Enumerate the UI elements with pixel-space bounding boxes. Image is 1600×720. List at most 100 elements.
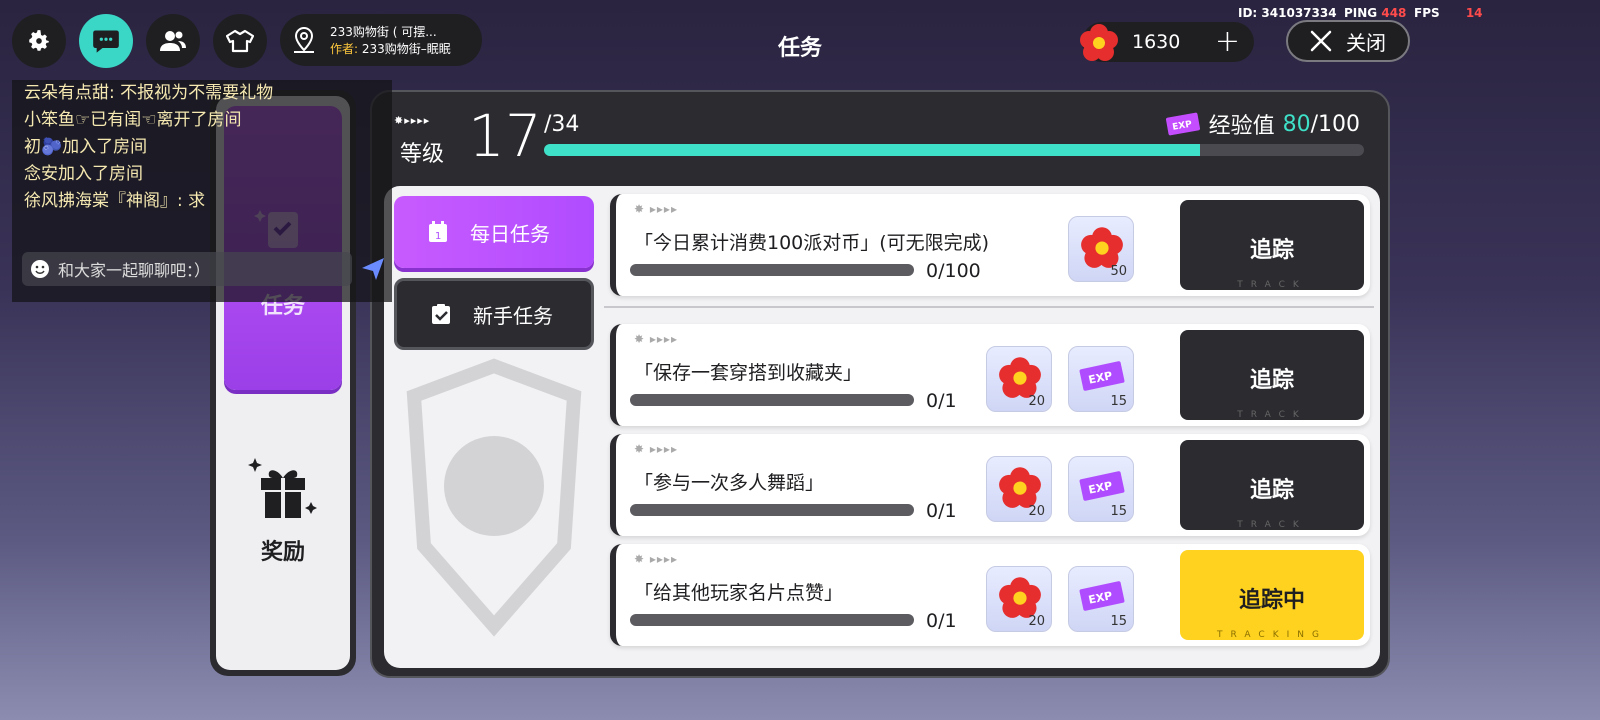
close-label: 关闭 — [1346, 30, 1386, 55]
task-name: 「给其他玩家名片点赞」 — [634, 582, 844, 604]
track-label: 追踪中 — [1238, 588, 1305, 613]
settings-button[interactable] — [12, 14, 66, 68]
track-sublabel: TRACK — [1237, 520, 1307, 530]
tab-novice-tasks[interactable]: 新手任务 — [394, 278, 594, 350]
ping-readout: PING 448 — [1344, 6, 1407, 20]
xp-current: 80 — [1282, 111, 1311, 137]
svg-text:1: 1 — [435, 231, 441, 242]
xp-text: 经验值 — [1208, 114, 1275, 139]
task-row: ✸ ▸▸▸▸ 「今日累计消费100派对币」(可无限完成) 0/100 50 追踪 TRAC… — [610, 194, 1370, 296]
level-max: /34 — [544, 112, 580, 137]
reward-item[interactable]: EXP 15 — [1068, 346, 1134, 412]
fps-readout: FPS 14 — [1414, 6, 1483, 20]
calendar-icon: 1 — [429, 221, 447, 242]
task-row: ✸ ▸▸▸▸ 「参与一次多人舞蹈」 0/1 20 EXP 15 追踪 TRACK — [610, 434, 1370, 536]
track-sublabel: TRACK — [1237, 280, 1307, 290]
track-sublabel: TRACKING — [1217, 630, 1327, 640]
flower-coin-icon — [1081, 227, 1123, 268]
reward-item[interactable]: 20 — [986, 566, 1052, 632]
reward-qty: 15 — [1110, 394, 1127, 409]
task-name: 「保存一套穿搭到收藏夹」 — [634, 362, 863, 384]
currency-display: 1630 + — [1080, 22, 1254, 62]
exp-ticket-icon: EXP — [1079, 471, 1125, 501]
reward-qty: 50 — [1110, 264, 1127, 279]
divider — [604, 306, 1374, 308]
gift-icon — [248, 458, 317, 518]
chat-icon — [93, 30, 119, 53]
track-button[interactable]: 追踪 TRACK — [1180, 330, 1364, 420]
xp-max: /100 — [1310, 111, 1360, 137]
task-stars-icon: ✸ ▸▸▸▸ — [634, 552, 678, 566]
task-row: ✸ ▸▸▸▸ 「保存一套穿搭到收藏夹」 0/1 20 EXP 15 追踪 TRACK — [610, 324, 1370, 426]
flower-coin-icon — [999, 357, 1041, 398]
reward-item[interactable]: EXP 15 — [1068, 456, 1134, 522]
chat-overlay: 云朵有点甜: 不报视为不需要礼物 小笨鱼☞已有闺☜离开了房间 初🫐加入了房间 念安加入… — [12, 80, 392, 302]
task-progress-bar — [630, 504, 914, 516]
chat-message: 徐风拂海棠『神阁』: 求 — [24, 191, 206, 211]
task-progress-bar — [630, 614, 914, 626]
outfit-button[interactable] — [213, 14, 267, 68]
page-title: 任务 — [777, 36, 822, 61]
reward-item[interactable]: 20 — [986, 346, 1052, 412]
track-label: 追踪 — [1249, 368, 1294, 393]
track-sublabel: TRACK — [1237, 410, 1307, 420]
flower-coin-icon — [999, 577, 1041, 618]
room-name: 233购物街 ( 可摆... — [330, 25, 437, 39]
chat-input[interactable]: 和大家一起聊聊吧：） — [22, 252, 352, 286]
chat-message: 初🫐加入了房间 — [24, 137, 148, 157]
room-info[interactable]: 233购物街 ( 可摆... 作者: 233购物街–眠眠 — [280, 14, 482, 66]
author-label: 作者: — [330, 42, 359, 56]
tab-rewards-label: 奖励 — [260, 540, 305, 565]
task-progress: 0/100 — [926, 260, 981, 282]
task-panel: ✸▸▸▸▸ 等级 17 /34 EXP 经验值 80/100 1 每日任务 新手任… — [370, 90, 1390, 678]
task-stars-icon: ✸ ▸▸▸▸ — [634, 332, 678, 346]
level-value: 17 — [468, 102, 542, 170]
chat-message: 云朵有点甜: 不报视为不需要礼物 — [24, 83, 274, 103]
friends-icon — [160, 31, 186, 51]
exp-ticket-icon: EXP — [1079, 581, 1125, 611]
task-name: 「参与一次多人舞蹈」 — [634, 472, 825, 494]
reward-item[interactable]: 50 — [1068, 216, 1134, 282]
track-button[interactable]: 追踪中 TRACKING — [1180, 550, 1364, 640]
outfit-icon — [226, 29, 254, 53]
tab-novice-label: 新手任务 — [473, 303, 553, 328]
task-progress-bar — [630, 264, 914, 276]
task-progress: 0/1 — [926, 610, 957, 632]
exp-ticket-icon: EXP — [1165, 112, 1200, 136]
gear-icon — [29, 30, 49, 51]
flower-coin-icon — [999, 467, 1041, 508]
friends-button[interactable] — [146, 14, 200, 68]
reward-item[interactable]: 20 — [986, 456, 1052, 522]
chat-message: 念安加入了房间 — [24, 164, 143, 184]
close-button[interactable]: 关闭 — [1286, 20, 1410, 62]
task-progress-bar — [630, 394, 914, 406]
room-author: 233购物街–眠眠 — [361, 42, 451, 56]
player-id: ID: 341037334 — [1238, 6, 1337, 20]
tab-rewards[interactable]: 奖励 — [216, 456, 350, 566]
chat-button[interactable] — [79, 14, 133, 68]
task-progress: 0/1 — [926, 390, 957, 412]
task-content: 1 每日任务 新手任务 ✸ ▸▸▸▸ 「今日累计消费100派对币」(可无限完成) 0… — [384, 186, 1380, 668]
task-stars-icon: ✸ ▸▸▸▸ — [634, 442, 678, 456]
tab-daily-tasks[interactable]: 1 每日任务 — [394, 196, 594, 268]
currency-value: 1630 — [1132, 31, 1181, 53]
reward-item[interactable]: EXP 15 — [1068, 566, 1134, 632]
send-icon[interactable] — [360, 256, 386, 282]
reward-qty: 15 — [1110, 614, 1127, 629]
exp-ticket-icon: EXP — [1079, 361, 1125, 391]
track-button[interactable]: 追踪 TRACK — [1180, 200, 1364, 290]
task-stars-icon: ✸ ▸▸▸▸ — [634, 202, 678, 216]
reward-qty: 20 — [1028, 614, 1045, 629]
xp-progress-bar — [544, 144, 1364, 156]
reward-qty: 20 — [1028, 504, 1045, 519]
xp-progress-fill — [544, 144, 1200, 156]
track-button[interactable]: 追踪 TRACK — [1180, 440, 1364, 530]
chat-message: 小笨鱼☞已有闺☜离开了房间 — [24, 110, 242, 130]
track-label: 追踪 — [1249, 478, 1294, 503]
task-name: 「今日累计消费100派对币」(可无限完成) — [634, 232, 990, 254]
emoji-icon[interactable] — [30, 259, 50, 279]
xp-label: EXP 经验值 80/100 — [1165, 108, 1360, 140]
chat-placeholder: 和大家一起聊聊吧：） — [58, 261, 211, 280]
add-currency-button[interactable]: + — [1215, 24, 1240, 59]
track-label: 追踪 — [1249, 238, 1294, 263]
